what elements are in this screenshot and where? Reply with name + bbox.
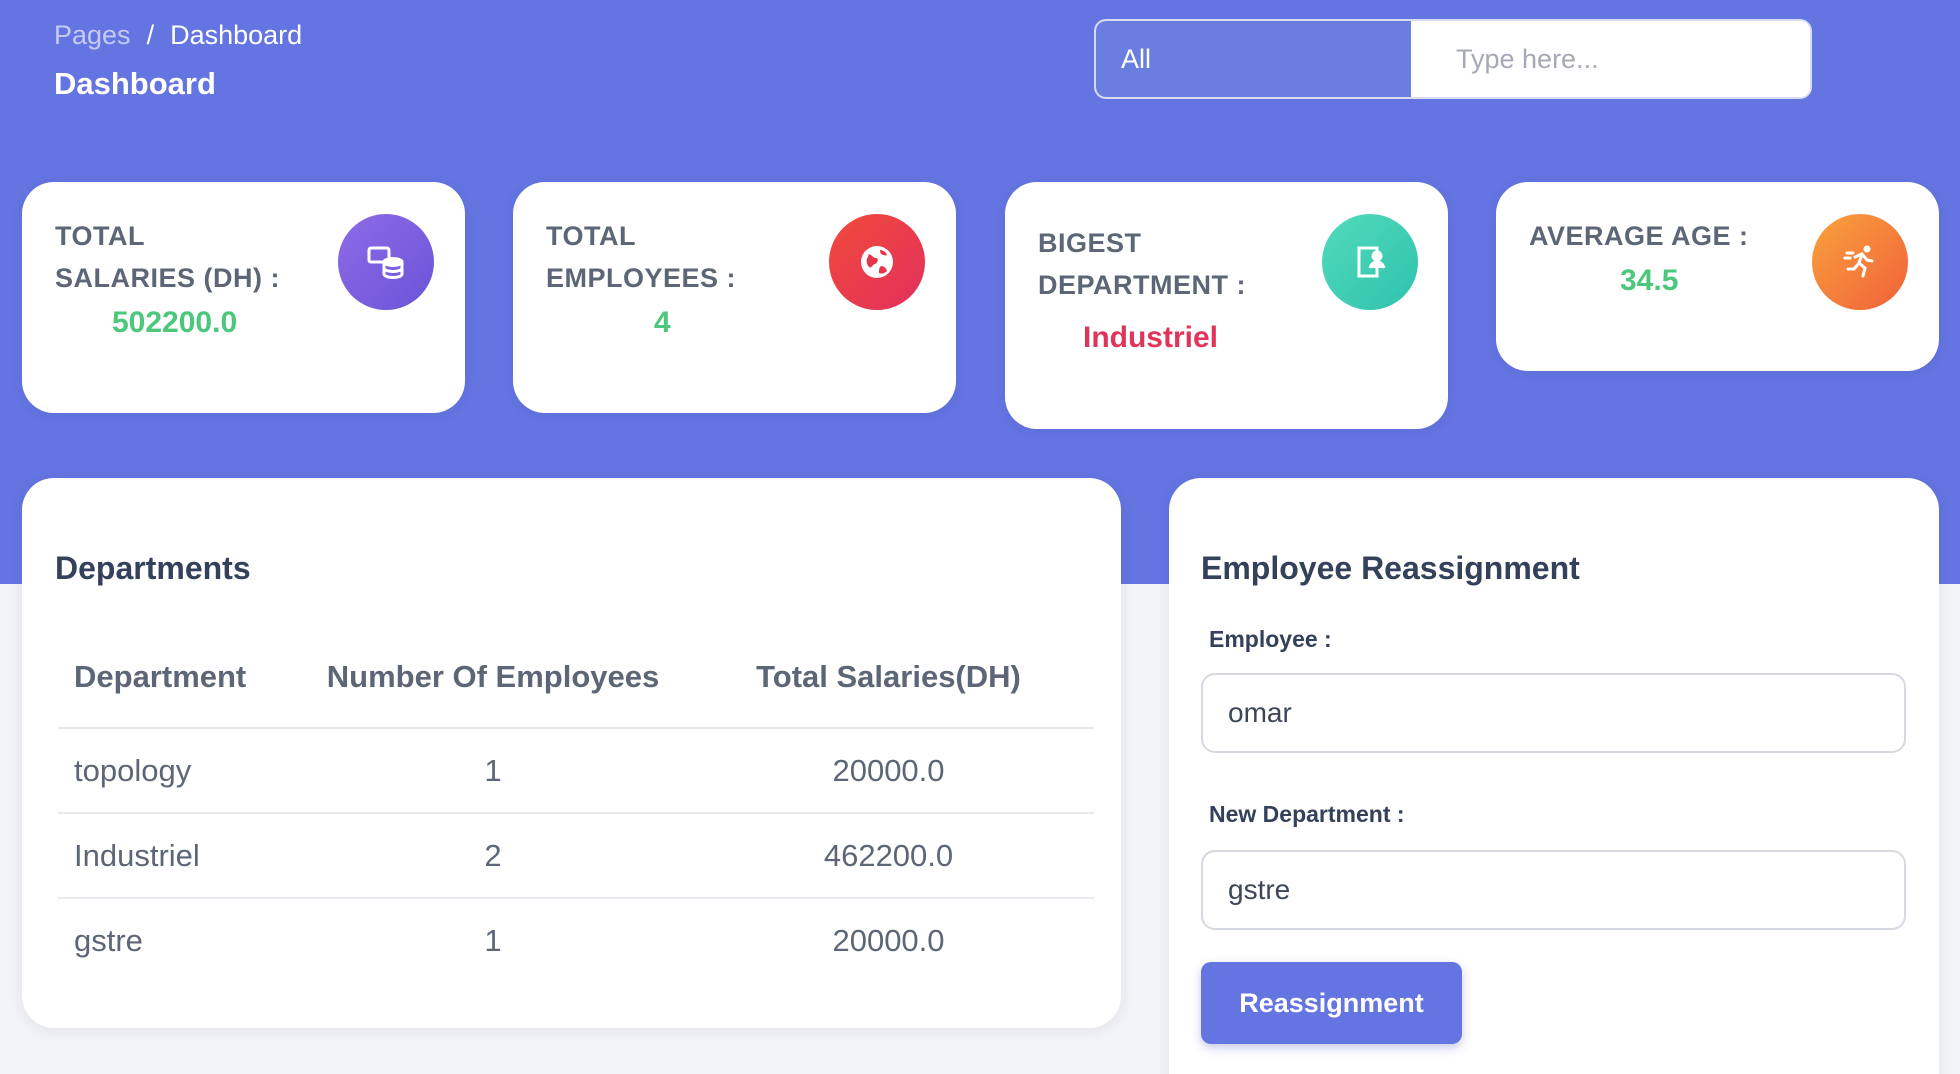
profile-book-icon xyxy=(1322,214,1418,310)
new-department-field[interactable]: gstre xyxy=(1201,850,1906,930)
departments-title: Departments xyxy=(55,550,251,586)
stat-label: AVERAGE AGE : xyxy=(1529,215,1749,257)
cell-department: topology xyxy=(58,728,303,814)
breadcrumb-pages-link[interactable]: Pages xyxy=(54,20,131,51)
cell-department: Industriel xyxy=(58,813,303,899)
cell-employees: 1 xyxy=(484,923,502,958)
column-header-salaries: Total Salaries(DH) xyxy=(683,626,1094,729)
departments-panel: Departments Department Number Of Employe… xyxy=(22,478,1121,1028)
table-header-row: Department Number Of Employees Total Sal… xyxy=(58,626,1094,729)
employee-label: Employee : xyxy=(1209,626,1332,652)
stat-label-line2: SALARIES (DH) : xyxy=(55,263,280,293)
stat-label: BIGEST DEPARTMENT : xyxy=(1038,222,1246,306)
column-header-employees: Number Of Employees xyxy=(303,626,683,729)
stat-label: TOTAL SALARIES (DH) : xyxy=(55,215,280,299)
cell-salaries: 462200.0 xyxy=(683,813,1094,899)
table-row: topology 1 20000.0 xyxy=(58,728,1094,814)
table-row: gstre 1 20000.0 xyxy=(58,898,1094,983)
coins-icon xyxy=(338,214,434,310)
cell-employees: 2 xyxy=(303,813,683,899)
new-department-label: New Department : xyxy=(1209,801,1405,827)
stat-card-average-age: AVERAGE AGE : 34.5 xyxy=(1496,182,1939,371)
stat-card-biggest-department: BIGEST DEPARTMENT : Industriel xyxy=(1005,182,1448,429)
stat-label-line1: TOTAL xyxy=(546,221,636,251)
stat-label-line1: BIGEST xyxy=(1038,228,1142,258)
column-header-department: Department xyxy=(58,626,303,729)
cell-employees: 1 xyxy=(303,728,683,814)
cell-salaries: 20000.0 xyxy=(832,923,945,958)
reassignment-button[interactable]: Reassignment xyxy=(1201,962,1462,1044)
globe-icon xyxy=(829,214,925,310)
page-title: Dashboard xyxy=(54,66,216,101)
breadcrumb-separator: / xyxy=(146,20,155,50)
stat-value: 502200.0 xyxy=(112,306,238,339)
departments-table: Department Number Of Employees Total Sal… xyxy=(58,626,1094,983)
cell-salaries: 20000.0 xyxy=(683,728,1094,814)
stat-value: 4 xyxy=(654,306,671,339)
stat-label-line2: EMPLOYEES : xyxy=(546,263,737,293)
stat-label-line1: TOTAL xyxy=(55,221,145,251)
stat-label-line1: AVERAGE AGE : xyxy=(1529,221,1749,251)
stat-value: 34.5 xyxy=(1620,264,1679,297)
running-icon xyxy=(1812,214,1908,310)
table-row: Industriel 2 462200.0 xyxy=(58,813,1094,899)
reassignment-title: Employee Reassignment xyxy=(1201,550,1580,586)
search-input[interactable] xyxy=(1411,21,1810,97)
dashboard-page: Pages / Dashboard Dashboard All TOTAL SA… xyxy=(0,0,1960,1074)
breadcrumb: Pages / Dashboard xyxy=(54,20,302,51)
stat-value: Industriel xyxy=(1083,321,1219,354)
stat-label-line2: DEPARTMENT : xyxy=(1038,270,1246,300)
search-bar: All xyxy=(1094,19,1812,99)
search-filter-select[interactable]: All xyxy=(1096,21,1411,97)
stat-card-total-employees: TOTAL EMPLOYEES : 4 xyxy=(513,182,956,413)
employee-field[interactable]: omar xyxy=(1201,673,1906,753)
reassignment-panel: Employee Reassignment Employee : omar Ne… xyxy=(1169,478,1939,1074)
cell-department: gstre xyxy=(74,923,143,958)
breadcrumb-current: Dashboard xyxy=(170,20,303,50)
stat-label: TOTAL EMPLOYEES : xyxy=(546,215,736,299)
stat-card-total-salaries: TOTAL SALARIES (DH) : 502200.0 xyxy=(22,182,465,413)
